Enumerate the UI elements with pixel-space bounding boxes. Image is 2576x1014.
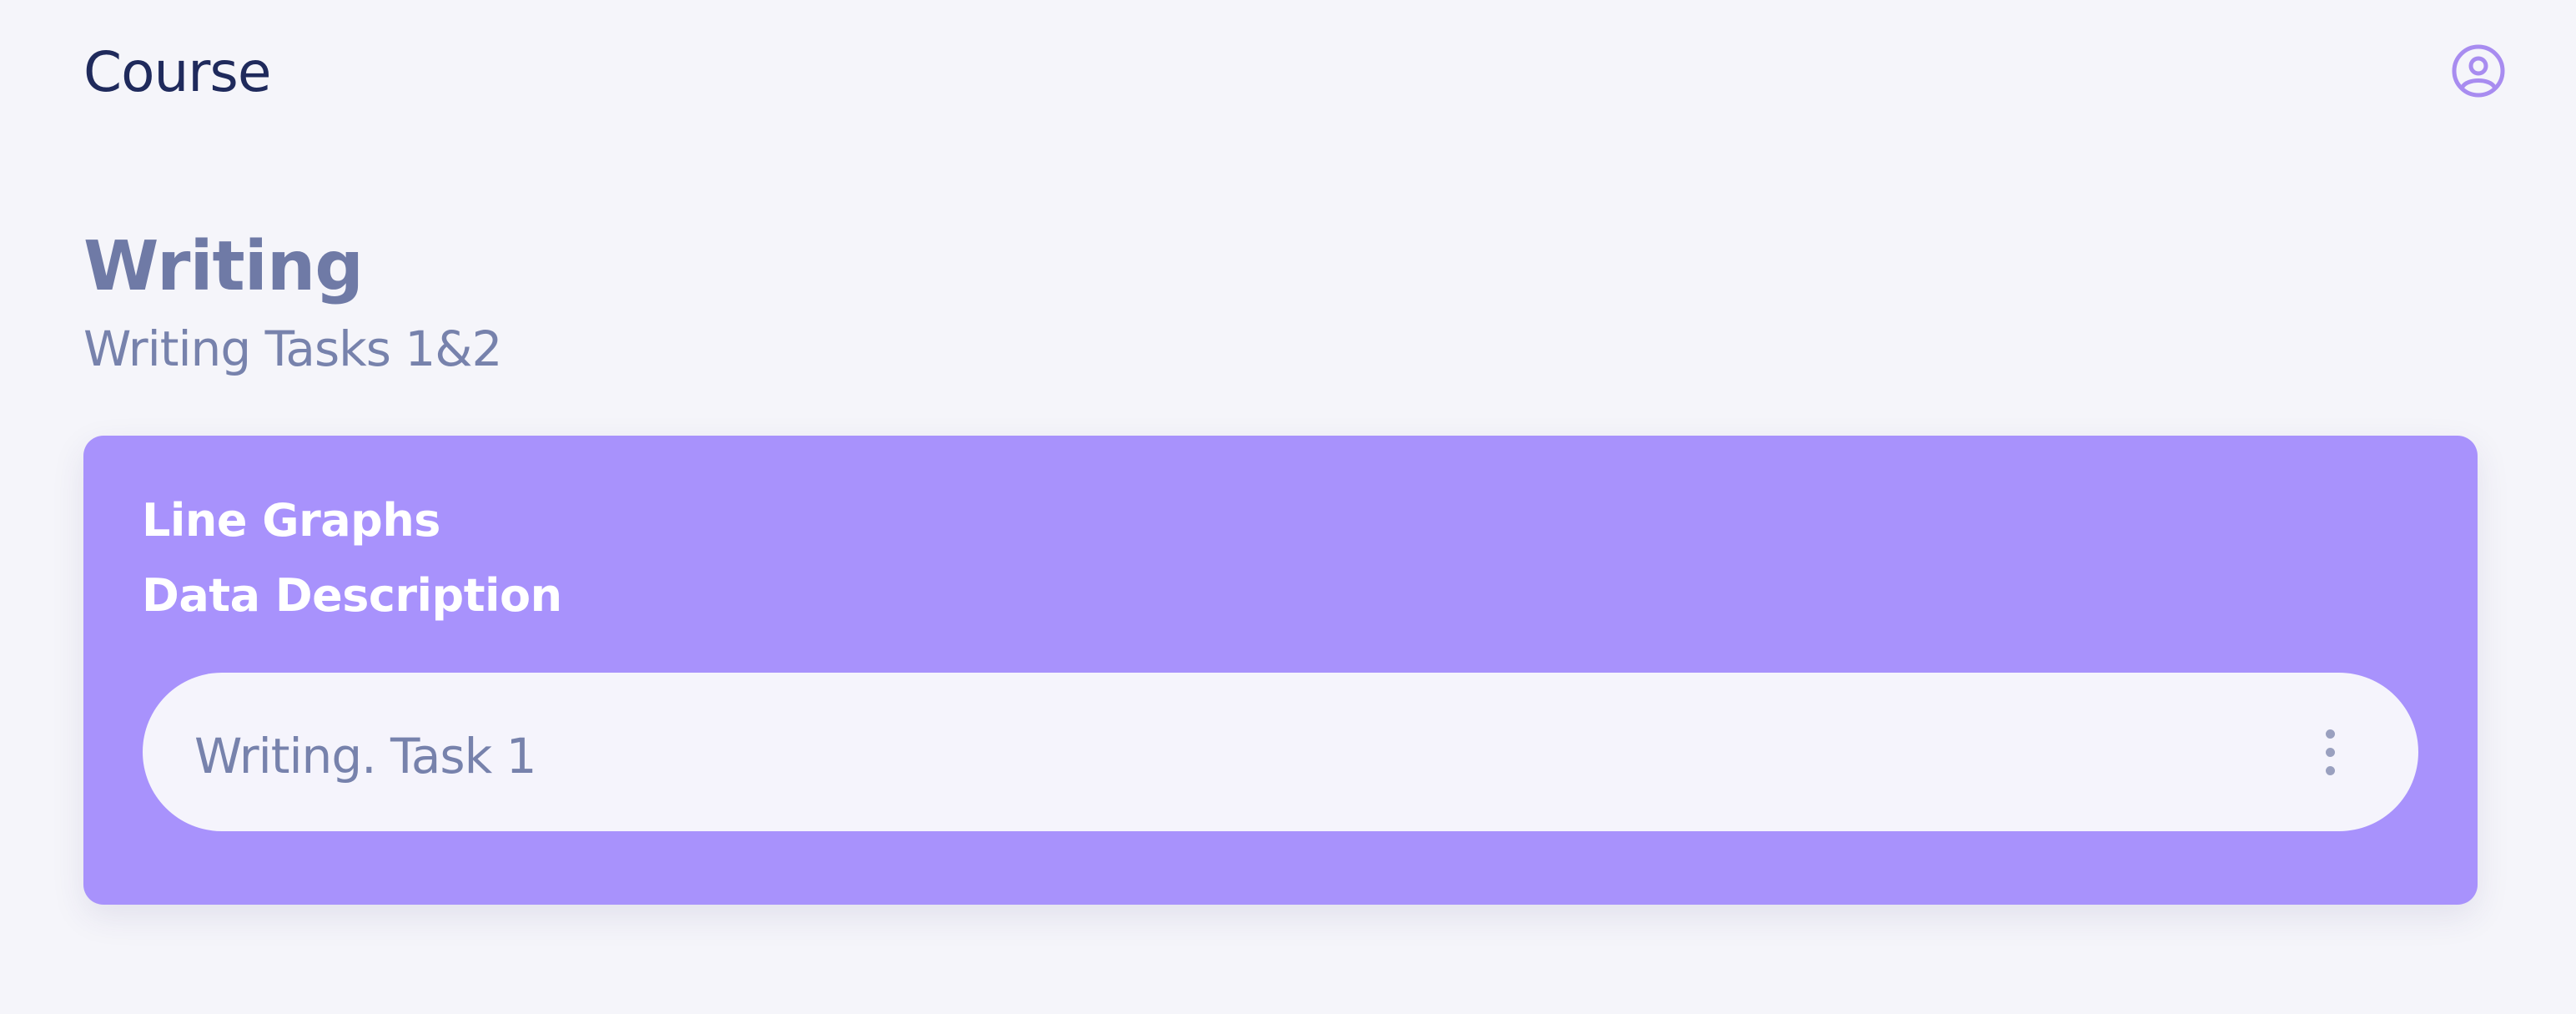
more-vertical-icon (2325, 729, 2335, 739)
app-header: Course (0, 0, 2576, 150)
card-description: Data Description (142, 569, 562, 622)
user-circle-icon (2451, 43, 2506, 102)
section-title: Writing (83, 227, 364, 306)
lesson-card: Line Graphs Data Description Writing. Ta… (83, 436, 2478, 905)
profile-button[interactable] (2451, 43, 2506, 102)
task-list-item[interactable]: Writing. Task 1 (143, 673, 2418, 831)
section-subtitle: Writing Tasks 1&2 (83, 320, 502, 377)
more-vertical-icon-dot (2325, 765, 2335, 775)
more-vertical-icon-dot (2325, 747, 2335, 757)
card-topic: Line Graphs (142, 494, 440, 547)
more-options-button[interactable] (2312, 723, 2348, 781)
task-label: Writing. Task 1 (194, 728, 537, 784)
page-title: Course (83, 40, 271, 104)
